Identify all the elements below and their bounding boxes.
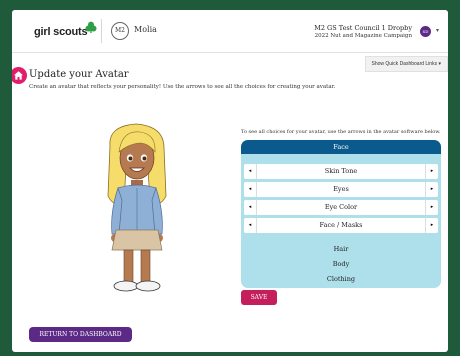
header-divider xyxy=(101,19,102,43)
page-title: Update your Avatar xyxy=(29,69,129,80)
option-label: Eyes xyxy=(333,185,349,193)
eyes-next-arrow-icon[interactable]: ▸ xyxy=(425,182,438,197)
app-badge: M2 xyxy=(111,22,129,40)
top-navbar: girl scouts M2 Molia M2 GS Test Council … xyxy=(12,10,448,53)
option-label: Eye Color xyxy=(324,203,358,211)
option-face-masks: ◂ Face / Masks ▸ xyxy=(244,218,438,233)
girl-scouts-logo[interactable]: girl scouts xyxy=(34,26,88,38)
section-hair-tab[interactable]: Hair xyxy=(241,242,441,257)
save-button[interactable]: SAVE xyxy=(241,290,277,305)
option-label: Skin Tone xyxy=(324,167,358,175)
avatar-instruction: To see all choices for your avatar, use … xyxy=(241,129,441,135)
avatar-preview xyxy=(107,123,167,292)
user-avatar[interactable]: SD xyxy=(420,26,431,37)
caret-down-icon[interactable]: ▾ xyxy=(436,28,439,34)
return-to-dashboard-button[interactable]: RETURN TO DASHBOARD xyxy=(29,327,132,342)
skin-tone-next-arrow-icon[interactable]: ▸ xyxy=(425,164,438,179)
campaign-name: 2022 Nut and Magazine Campaign xyxy=(314,33,412,39)
avatar-editor: Face ◂ Skin Tone ▸ ◂ Eyes ▸ ◂ Eye Color … xyxy=(241,140,441,288)
app-name: Molia xyxy=(134,25,157,34)
house-glyph-icon xyxy=(14,71,23,80)
option-label: Face / Masks xyxy=(319,221,363,229)
face-masks-next-arrow-icon[interactable]: ▸ xyxy=(425,218,438,233)
home-icon[interactable] xyxy=(12,67,27,84)
council-name: M2 GS Test Council 1 Dropby xyxy=(314,24,412,32)
eye-color-next-arrow-icon[interactable]: ▸ xyxy=(425,200,438,215)
section-body-tab[interactable]: Body xyxy=(241,257,441,272)
page-subtitle: Create an avatar that reflects your pers… xyxy=(29,84,336,90)
option-skin-tone: ◂ Skin Tone ▸ xyxy=(244,164,438,179)
section-face-header[interactable]: Face xyxy=(241,140,441,154)
page-container: girl scouts M2 Molia M2 GS Test Council … xyxy=(12,10,448,352)
trefoil-icon xyxy=(85,21,97,33)
quick-dashboard-links-toggle[interactable]: Show Quick Dashboard Links ▾ xyxy=(364,56,448,72)
option-eyes: ◂ Eyes ▸ xyxy=(244,182,438,197)
option-eye-color: ◂ Eye Color ▸ xyxy=(244,200,438,215)
section-clothing-tab[interactable]: Clothing xyxy=(241,272,441,287)
council-info: M2 GS Test Council 1 Dropby 2022 Nut and… xyxy=(314,24,412,40)
